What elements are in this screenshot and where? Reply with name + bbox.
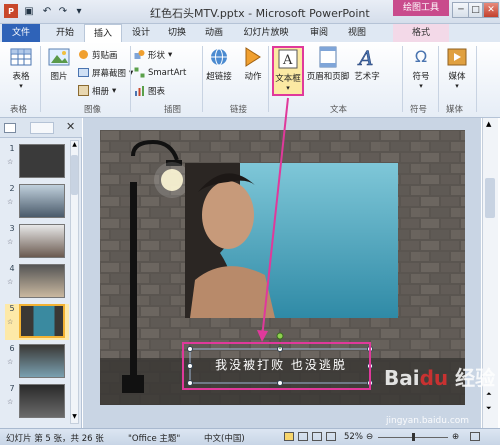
arrow-head-icon — [257, 330, 268, 342]
scroll-thumb[interactable] — [485, 178, 495, 218]
zoom-in-icon[interactable]: ⊕ — [452, 432, 459, 442]
zoom-out-icon[interactable]: ⊖ — [366, 432, 373, 442]
next-slide-icon[interactable]: ⏷ — [486, 404, 492, 413]
caption-highlight — [182, 342, 371, 390]
annotation-arrow — [261, 97, 289, 339]
language-indicator[interactable]: 中文(中国) — [204, 432, 245, 444]
fit-to-window-icon[interactable] — [470, 432, 480, 441]
prev-slide-icon[interactable]: ⏶ — [486, 390, 492, 399]
slide-info: 幻灯片 第 5 张，共 26 张 — [6, 434, 104, 444]
slideshow-view-icon[interactable] — [326, 432, 336, 441]
theme-name: "Office 主题" — [128, 434, 181, 444]
zoom-level[interactable]: 52% — [344, 432, 363, 442]
reading-view-icon[interactable] — [312, 432, 322, 441]
zoom-slider-thumb[interactable] — [412, 433, 415, 441]
scroll-up-icon[interactable]: ▲ — [486, 120, 491, 128]
sorter-view-icon[interactable] — [298, 432, 308, 441]
baidu-logo: Baidu 经验 — [384, 366, 496, 390]
normal-view-icon[interactable] — [284, 432, 294, 441]
watermark-url: jingyan.baidu.com — [386, 416, 470, 426]
status-bar: 幻灯片 第 5 张，共 26 张 "Office 主题" 中文(中国) 52% … — [0, 428, 500, 445]
